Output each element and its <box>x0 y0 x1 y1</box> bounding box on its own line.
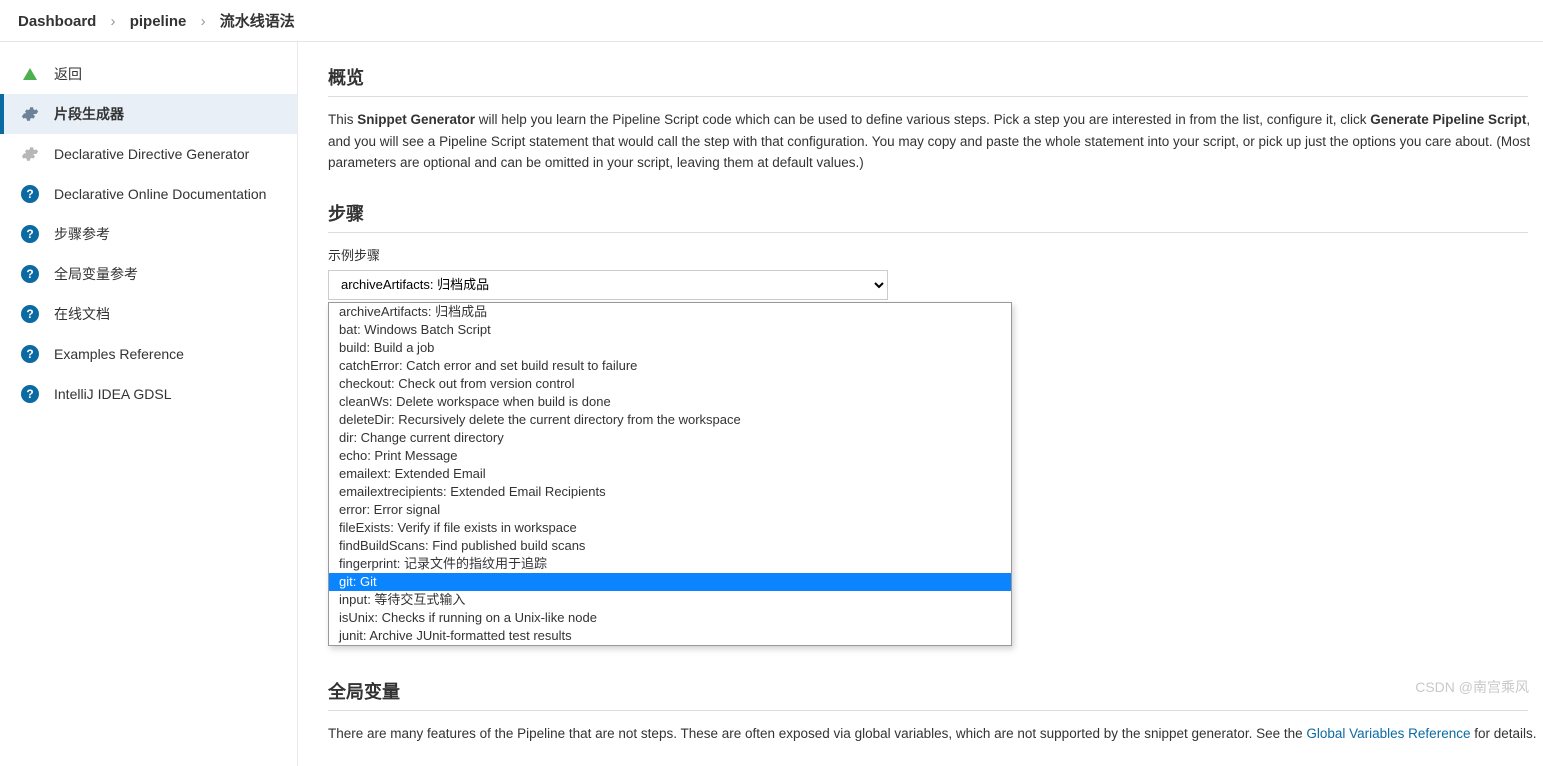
global-vars-reference-link[interactable]: Global Variables Reference <box>1306 726 1470 741</box>
dropdown-option[interactable]: error: Error signal <box>329 501 1011 519</box>
help-icon: ? <box>20 264 40 284</box>
dropdown-option[interactable]: deleteDir: Recursively delete the curren… <box>329 411 1011 429</box>
gear-icon <box>20 144 40 164</box>
dropdown-option[interactable]: isUnix: Checks if running on a Unix-like… <box>329 609 1011 627</box>
dropdown-option[interactable]: fingerprint: 记录文件的指纹用于追踪 <box>329 555 1011 573</box>
help-icon: ? <box>20 344 40 364</box>
sidebar-item-label: 片段生成器 <box>54 104 124 124</box>
breadcrumb-pipeline[interactable]: pipeline <box>130 13 187 30</box>
help-icon: ? <box>20 224 40 244</box>
dropdown-option[interactable]: cleanWs: Delete workspace when build is … <box>329 393 1011 411</box>
sidebar-item-examples-reference[interactable]: ? Examples Reference <box>0 334 297 374</box>
chevron-right-icon: › <box>111 13 116 30</box>
dropdown-option[interactable]: library: Load a shared library on the fl… <box>329 645 1011 646</box>
sidebar-item-global-vars-reference[interactable]: ? 全局变量参考 <box>0 254 297 294</box>
steps-heading: 步骤 <box>328 200 1528 233</box>
dropdown-option[interactable]: archiveArtifacts: 归档成品 <box>329 303 1011 321</box>
overview-heading: 概览 <box>328 64 1528 97</box>
sidebar-item-label: IntelliJ IDEA GDSL <box>54 386 172 402</box>
dropdown-option[interactable]: junit: Archive JUnit-formatted test resu… <box>329 627 1011 645</box>
arrow-up-icon <box>20 64 40 84</box>
dropdown-option[interactable]: bat: Windows Batch Script <box>329 321 1011 339</box>
breadcrumb-dashboard[interactable]: Dashboard <box>18 13 96 30</box>
dropdown-option[interactable]: dir: Change current directory <box>329 429 1011 447</box>
sidebar-item-back[interactable]: 返回 <box>0 54 297 94</box>
sidebar-item-snippet-generator[interactable]: 片段生成器 <box>0 94 297 134</box>
dropdown-option[interactable]: catchError: Catch error and set build re… <box>329 357 1011 375</box>
sidebar: 返回 片段生成器 Declarative Directive Generator… <box>0 42 298 766</box>
dropdown-option[interactable]: findBuildScans: Find published build sca… <box>329 537 1011 555</box>
dropdown-option[interactable]: fileExists: Verify if file exists in wor… <box>329 519 1011 537</box>
sample-step-label: 示例步骤 <box>328 245 1543 264</box>
sidebar-item-label: Declarative Directive Generator <box>54 146 249 162</box>
sidebar-item-step-reference[interactable]: ? 步骤参考 <box>0 214 297 254</box>
dropdown-option[interactable]: echo: Print Message <box>329 447 1011 465</box>
sidebar-item-label: Declarative Online Documentation <box>54 186 266 202</box>
help-icon: ? <box>20 184 40 204</box>
breadcrumb: Dashboard › pipeline › 流水线语法 <box>0 0 1543 42</box>
sidebar-item-intellij-gdsl[interactable]: ? IntelliJ IDEA GDSL <box>0 374 297 414</box>
sidebar-item-label: 全局变量参考 <box>54 264 138 284</box>
dropdown-option[interactable]: emailext: Extended Email <box>329 465 1011 483</box>
global-vars-heading: 全局变量 <box>328 678 1528 711</box>
dropdown-option[interactable]: git: Git <box>329 573 1011 591</box>
chevron-right-icon: › <box>201 13 206 30</box>
dropdown-option[interactable]: input: 等待交互式输入 <box>329 591 1011 609</box>
dropdown-option[interactable]: build: Build a job <box>329 339 1011 357</box>
main-content: 概览 This Snippet Generator will help you … <box>298 42 1543 766</box>
help-icon: ? <box>20 384 40 404</box>
watermark: CSDN @南宫乘风 <box>1415 677 1529 697</box>
sidebar-item-declarative-online-docs[interactable]: ? Declarative Online Documentation <box>0 174 297 214</box>
gear-icon <box>20 104 40 124</box>
sample-step-select[interactable]: archiveArtifacts: 归档成品 <box>328 270 888 300</box>
dropdown-option[interactable]: emailextrecipients: Extended Email Recip… <box>329 483 1011 501</box>
sample-step-dropdown[interactable]: archiveArtifacts: 归档成品bat: Windows Batch… <box>328 302 1012 646</box>
sidebar-item-label: 在线文档 <box>54 304 110 324</box>
help-icon: ? <box>20 304 40 324</box>
sidebar-item-label: Examples Reference <box>54 346 184 362</box>
breadcrumb-pipeline-syntax[interactable]: 流水线语法 <box>220 13 295 30</box>
overview-description: This Snippet Generator will help you lea… <box>328 109 1543 174</box>
sidebar-item-online-docs[interactable]: ? 在线文档 <box>0 294 297 334</box>
global-vars-description: There are many features of the Pipeline … <box>328 723 1543 745</box>
sidebar-item-declarative-directive-generator[interactable]: Declarative Directive Generator <box>0 134 297 174</box>
sidebar-item-label: 返回 <box>54 64 82 84</box>
dropdown-option[interactable]: checkout: Check out from version control <box>329 375 1011 393</box>
sidebar-item-label: 步骤参考 <box>54 224 110 244</box>
